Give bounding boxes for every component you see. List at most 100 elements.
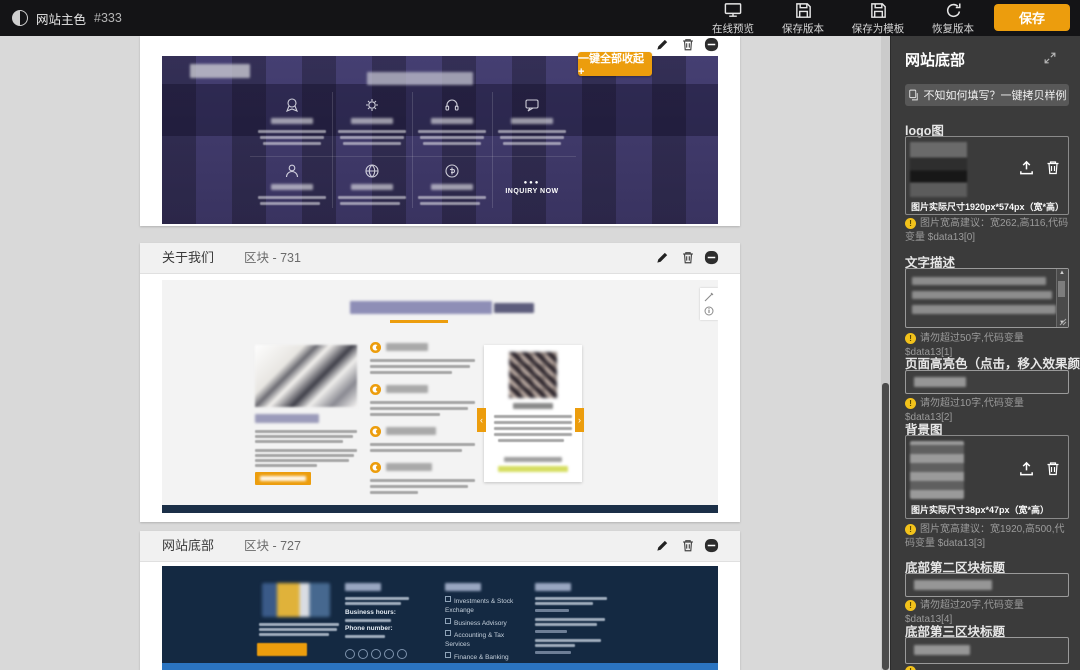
upload-icon[interactable] xyxy=(1018,159,1035,181)
site-color-control[interactable]: 网站主色 #333 xyxy=(12,9,122,28)
feature-text-line xyxy=(500,136,564,139)
footer-preview: Business hours: Phone number: Investment… xyxy=(162,566,718,670)
feature-text-line xyxy=(258,130,326,133)
edit-block-button[interactable] xyxy=(655,538,671,554)
inquiry-now-link[interactable]: INQUIRY NOW xyxy=(492,188,572,195)
resize-handle-icon[interactable] xyxy=(1059,318,1067,326)
footer-text-line xyxy=(259,628,337,631)
feature-icon-globe xyxy=(363,162,381,185)
carousel-prev-icon[interactable]: ‹ xyxy=(477,408,486,432)
save-as-template-button[interactable]: 保存为模板 xyxy=(842,1,914,36)
about-text-line xyxy=(255,459,349,462)
copy-sample-button[interactable]: 不知如何填写？一键拷贝样例 xyxy=(905,84,1069,106)
collapse-block-button[interactable] xyxy=(704,250,720,266)
save-as-template-label: 保存为模板 xyxy=(852,21,905,36)
preview-online-label: 在线预览 xyxy=(712,21,754,36)
scrollbar-track[interactable] xyxy=(881,36,890,670)
highlight-input[interactable] xyxy=(905,370,1069,394)
restore-icon xyxy=(944,1,963,20)
warning-icon: ! xyxy=(905,333,916,344)
trash-icon[interactable] xyxy=(1045,460,1061,482)
list-text-line xyxy=(370,365,470,368)
divider xyxy=(412,92,413,208)
footer-text-line xyxy=(535,644,575,647)
warning-icon: ! xyxy=(905,666,916,670)
collapse-block-button[interactable] xyxy=(704,538,720,554)
bullet-icon xyxy=(445,618,451,624)
list-text-line xyxy=(370,449,462,452)
testimonial-text-line xyxy=(498,439,564,442)
social-icon[interactable] xyxy=(397,649,407,659)
logo-thumbnail[interactable] xyxy=(910,142,967,197)
social-icon[interactable] xyxy=(384,649,394,659)
upload-icon[interactable] xyxy=(1018,460,1035,482)
expand-panel-icon[interactable] xyxy=(1043,51,1057,70)
warning-icon: ! xyxy=(905,218,916,229)
testimonial-text-line xyxy=(494,433,572,436)
preview-online-button[interactable]: 在线预览 xyxy=(702,1,764,36)
feature-icon-headset xyxy=(443,96,461,119)
service-item[interactable]: Business Advisory xyxy=(445,618,525,629)
button-label-redacted xyxy=(260,476,306,481)
delete-block-button[interactable] xyxy=(681,250,697,266)
save-button[interactable]: 保存 xyxy=(994,4,1070,31)
carousel-next-icon[interactable]: › xyxy=(575,408,584,432)
background-thumbnail[interactable] xyxy=(910,441,964,499)
footer-text-line xyxy=(345,597,409,600)
block-footer: 网站底部 区块 - 727 Business hours: Phone numb… xyxy=(140,531,740,670)
scroll-up-icon[interactable]: ▲ xyxy=(1059,270,1065,276)
feature-text-line xyxy=(420,136,484,139)
feature-icon-badge xyxy=(283,96,301,119)
list-text-line xyxy=(370,491,418,494)
footer-text-line xyxy=(535,597,607,600)
service-item[interactable]: Accounting & Tax Services xyxy=(445,630,525,650)
info-icon[interactable] xyxy=(704,306,714,316)
collapse-all-button[interactable]: 一键全部收起 + xyxy=(578,52,652,76)
delete-block-button[interactable] xyxy=(681,538,697,554)
textarea-scroll-thumb[interactable] xyxy=(1058,281,1065,297)
hero-preview: ●●● INQUIRY NOW xyxy=(162,56,718,224)
footer-text-line xyxy=(259,633,329,636)
footer-text-line xyxy=(345,635,385,638)
footer-services-list: Investments & Stock Exchange Business Ad… xyxy=(445,596,525,670)
service-item[interactable]: Investments & Stock Exchange xyxy=(445,596,525,616)
testimonial-name-redacted xyxy=(513,403,553,409)
restore-version-button[interactable]: 恢复版本 xyxy=(922,1,984,36)
list-text-line xyxy=(370,371,452,374)
delete-block-button[interactable] xyxy=(681,37,697,53)
wrench-icon[interactable] xyxy=(704,292,714,302)
save-version-button[interactable]: 保存版本 xyxy=(772,1,834,36)
block-id: 区块 - 731 xyxy=(244,243,301,273)
textarea-value-redacted xyxy=(912,305,1056,314)
second-block-title-input[interactable] xyxy=(905,573,1069,597)
scrollbar-thumb[interactable] xyxy=(882,383,889,670)
testimonial-text-line xyxy=(494,427,572,430)
site-builder-app: 网站主色 #333 在线预览 保存版本 保存为模板 恢复版本 保存 xyxy=(0,0,1080,670)
footer-text-line xyxy=(535,623,597,626)
footer-cta-button[interactable] xyxy=(257,643,307,656)
inquiry-dots: ●●● xyxy=(502,180,562,186)
collapse-block-button[interactable] xyxy=(704,37,720,53)
feature-icon-money xyxy=(443,162,461,185)
list-text-line xyxy=(370,413,440,416)
floppy-icon xyxy=(869,1,888,20)
restore-version-label: 恢复版本 xyxy=(932,21,974,36)
social-icon[interactable] xyxy=(371,649,381,659)
description-textarea[interactable]: ▲ ▼ xyxy=(905,268,1069,328)
divider xyxy=(332,92,333,208)
edit-block-button[interactable] xyxy=(655,37,671,53)
phone-number-label: Phone number: xyxy=(345,625,393,632)
business-hours-label: Business hours: xyxy=(345,609,396,616)
trash-icon[interactable] xyxy=(1045,159,1061,181)
social-icon[interactable] xyxy=(358,649,368,659)
third-block-title-input[interactable] xyxy=(905,637,1069,664)
feature-text-line xyxy=(258,196,326,199)
edit-block-button[interactable] xyxy=(655,250,671,266)
about-more-button[interactable] xyxy=(255,472,311,485)
third-block-hint-partial: ! xyxy=(905,665,1071,670)
warning-icon: ! xyxy=(905,398,916,409)
social-icon[interactable] xyxy=(345,649,355,659)
service-item[interactable]: Finance & Banking xyxy=(445,652,525,663)
list-text-line xyxy=(370,401,475,404)
feature-text-line xyxy=(503,142,561,145)
